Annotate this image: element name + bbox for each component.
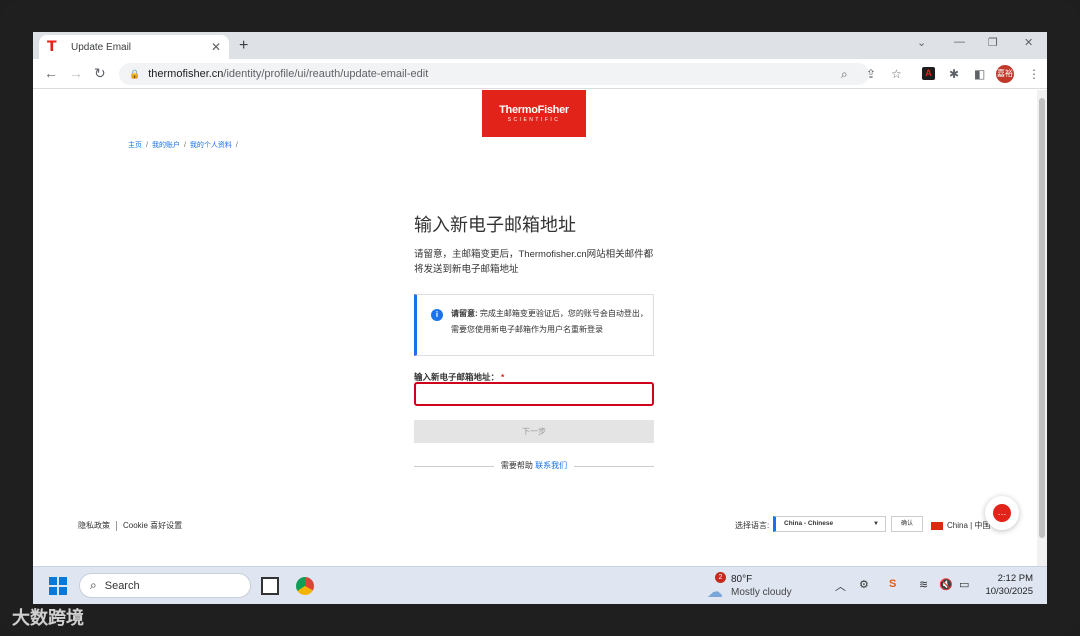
close-tab-icon[interactable]: ✕ bbox=[211, 40, 221, 54]
profile-avatar[interactable]: 嘉裕 bbox=[996, 65, 1014, 83]
region-text: China | 中国 bbox=[947, 521, 991, 530]
menu-kebab-icon[interactable]: ⋮ bbox=[1028, 67, 1040, 81]
privacy-policy-link[interactable]: 隐私政策 bbox=[78, 521, 110, 530]
language-confirm-button[interactable]: 确认 bbox=[891, 516, 923, 532]
chat-button[interactable]: … bbox=[985, 496, 1019, 530]
page-title: 输入新电子邮箱地址 bbox=[414, 215, 576, 235]
language-select[interactable]: China - Chinese ▼ bbox=[773, 516, 886, 532]
lock-icon: 🔒 bbox=[129, 68, 141, 79]
volume-muted-icon[interactable]: 🔇 bbox=[939, 578, 953, 591]
tray-app-icon[interactable]: ⚙ bbox=[859, 578, 869, 591]
info-icon: i bbox=[431, 309, 443, 321]
logo-line1: ThermoFisher bbox=[499, 104, 569, 116]
share-icon[interactable]: ⇪ bbox=[866, 67, 876, 81]
help-row: 需要帮助 联系我们 bbox=[414, 460, 654, 472]
system-clock[interactable]: 2:12 PM 10/30/2025 bbox=[981, 572, 1033, 598]
search-icon: ⌕ bbox=[90, 578, 97, 592]
minimize-button[interactable]: — bbox=[954, 36, 965, 48]
extension-a-icon[interactable]: A bbox=[922, 67, 935, 80]
page-description: 请留意，主邮箱变更后，Thermofisher.cn网站相关邮件都将发送到新电子… bbox=[414, 249, 654, 275]
browser-toolbar: ← → ↻ 🔒 thermofisher.cn/identity/profile… bbox=[33, 59, 1047, 89]
weather-desc: Mostly cloudy bbox=[731, 587, 792, 598]
restore-button[interactable]: ❐ bbox=[988, 36, 998, 49]
side-panel-icon[interactable]: ◧ bbox=[974, 67, 985, 81]
scrollbar-thumb[interactable] bbox=[1039, 98, 1045, 538]
breadcrumb: 主页 / 我的账户 / 我的个人资料 / bbox=[128, 142, 238, 149]
help-text: 需要帮助 bbox=[500, 461, 536, 470]
close-window-button[interactable]: ✕ bbox=[1024, 36, 1033, 49]
notice-text: 请留意: 完成主邮箱变更验证后，您的账号会自动登出，需要您使用新电子邮箱作为用户… bbox=[451, 306, 651, 338]
reload-button[interactable]: ↻ bbox=[94, 65, 106, 82]
thermofisher-favicon-icon: T bbox=[47, 39, 57, 55]
notice-body: 完成主邮箱变更验证后，您的账号会自动登出，需要您使用新电子邮箱作为用户名重新登录 bbox=[451, 309, 648, 334]
task-view-icon[interactable] bbox=[261, 577, 279, 595]
breadcrumb-account[interactable]: 我的账户 bbox=[152, 142, 180, 149]
breadcrumb-profile[interactable]: 我的个人资料 bbox=[190, 142, 232, 149]
email-label-text: 输入新电子邮箱地址： bbox=[414, 372, 500, 382]
bookmark-star-icon[interactable]: ☆ bbox=[891, 67, 902, 81]
next-button[interactable]: 下一步 bbox=[414, 420, 654, 443]
sogou-tray-icon[interactable]: S bbox=[889, 578, 896, 590]
extensions-puzzle-icon[interactable]: ✱ bbox=[949, 67, 959, 81]
footer-links: 隐私政策 Cookie 喜好设置 bbox=[78, 520, 182, 531]
region-selector[interactable]: China | 中国 bbox=[931, 520, 990, 531]
cookie-settings-link[interactable]: Cookie 喜好设置 bbox=[123, 521, 182, 530]
logo-line2: SCIENTIFIC bbox=[507, 117, 561, 123]
watermark-logo: 大数跨境 bbox=[12, 608, 84, 628]
weather-temp: 80°F bbox=[731, 574, 753, 585]
language-value: China - Chinese bbox=[784, 520, 834, 527]
browser-tab-bar: T Update Email ✕ + ⌄ — ❐ ✕ bbox=[33, 32, 1047, 59]
screen: T Update Email ✕ + ⌄ — ❐ ✕ ← → ↻ 🔒 therm… bbox=[33, 32, 1047, 604]
clock-date: 10/30/2025 bbox=[985, 586, 1033, 597]
china-flag-icon bbox=[931, 521, 943, 530]
chat-bubble-icon: … bbox=[993, 504, 1011, 522]
wifi-icon[interactable]: ≋ bbox=[919, 578, 928, 591]
tab-title: Update Email bbox=[71, 41, 132, 53]
address-bar[interactable]: 🔒 thermofisher.cn/identity/profile/ui/re… bbox=[119, 63, 869, 85]
contact-us-link[interactable]: 联系我们 bbox=[535, 461, 567, 470]
back-button[interactable]: ← bbox=[44, 65, 58, 81]
windows-taskbar: ⌕ Search ☁ 2 80°F Mostly cloudy ︿ ⚙ S ≋ 🔇… bbox=[33, 566, 1047, 604]
dropdown-arrow-icon: ▼ bbox=[873, 521, 879, 527]
page-scrollbar[interactable] bbox=[1037, 90, 1047, 566]
device-frame: T Update Email ✕ + ⌄ — ❐ ✕ ← → ↻ 🔒 therm… bbox=[0, 0, 1080, 636]
notice-bold: 请留意: bbox=[451, 309, 478, 318]
tab-search-icon[interactable]: ⌄ bbox=[917, 36, 926, 49]
show-hidden-icons[interactable]: ︿ bbox=[835, 578, 846, 594]
clock-time: 2:12 PM bbox=[997, 573, 1033, 584]
web-page: ThermoFisher SCIENTIFIC 主页 / 我的账户 / 我的个人资料 / … bbox=[33, 90, 1044, 604]
forward-button[interactable]: → bbox=[69, 65, 83, 81]
search-label: Search bbox=[104, 579, 140, 592]
url-host: thermofisher.cn bbox=[148, 68, 224, 80]
new-tab-button[interactable]: + bbox=[239, 37, 248, 55]
new-email-input[interactable] bbox=[414, 382, 654, 406]
windows-start-icon[interactable] bbox=[49, 577, 67, 595]
chrome-icon[interactable] bbox=[296, 577, 314, 595]
url-path: /identity/profile/ui/reauth/update-email… bbox=[223, 68, 429, 80]
thermofisher-logo[interactable]: ThermoFisher SCIENTIFIC bbox=[482, 90, 586, 137]
browser-tab[interactable]: T Update Email ✕ bbox=[39, 35, 229, 59]
weather-badge: 2 bbox=[715, 572, 726, 583]
notice-box: i 请留意: 完成主邮箱变更验证后，您的账号会自动登出，需要您使用新电子邮箱作为… bbox=[414, 294, 654, 356]
required-marker: * bbox=[501, 372, 505, 382]
cloud-icon: ☁ bbox=[707, 584, 723, 601]
language-label: 选择语言: bbox=[735, 521, 770, 530]
zoom-icon[interactable]: ⌕ bbox=[841, 67, 848, 82]
battery-icon[interactable]: ▭ bbox=[959, 578, 969, 591]
breadcrumb-home[interactable]: 主页 bbox=[128, 142, 142, 149]
taskbar-search[interactable]: ⌕ Search bbox=[79, 573, 251, 598]
